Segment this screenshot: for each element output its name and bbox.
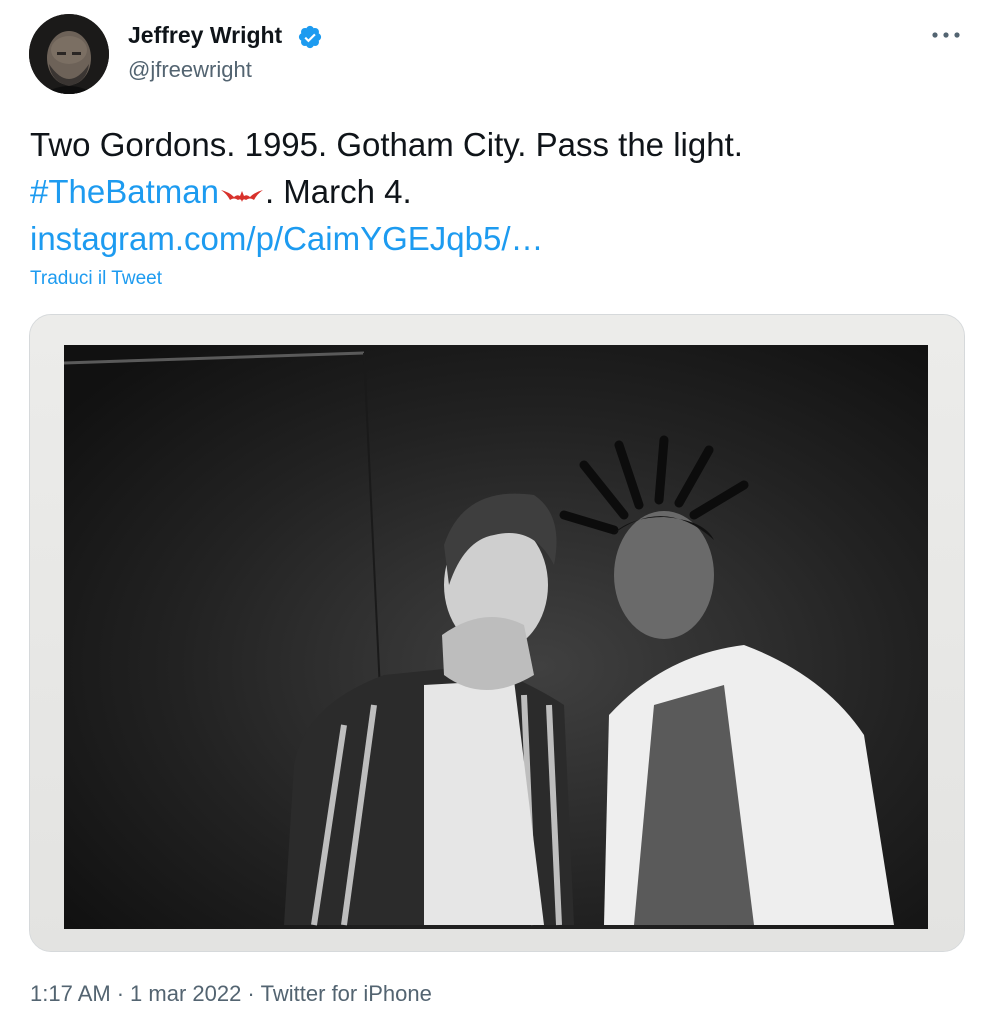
tweet-photo xyxy=(64,345,928,929)
tweet-text-line-1: Two Gordons. 1995. Gotham City. Pass the… xyxy=(30,126,743,163)
tweet-text: Two Gordons. 1995. Gotham City. Pass the… xyxy=(30,121,960,262)
tweet-date[interactable]: 1 mar 2022 xyxy=(130,981,241,1006)
tweet-time[interactable]: 1:17 AM xyxy=(30,981,111,1006)
more-horizontal-icon xyxy=(932,32,960,38)
tweet-text-date: . March 4. xyxy=(264,173,412,210)
verified-badge-icon xyxy=(298,25,322,49)
tweet-media[interactable] xyxy=(29,314,965,952)
hashtag-link[interactable]: #TheBatman xyxy=(30,173,219,210)
photo-scene xyxy=(64,345,928,929)
avatar[interactable] xyxy=(29,14,109,94)
footer-separator: · xyxy=(247,981,255,1006)
tweet-footer: 1:17 AM · 1 mar 2022 · Twitter for iPhone xyxy=(30,981,432,1007)
tweet-source[interactable]: Twitter for iPhone xyxy=(261,981,432,1006)
tweet-text-line-2: #TheBatman . March 4. xyxy=(30,168,960,215)
instagram-link[interactable]: instagram.com/p/CaimYGEJqb5/… xyxy=(30,220,544,257)
translate-tweet-button[interactable]: Traduci il Tweet xyxy=(30,268,162,290)
footer-separator: · xyxy=(116,981,125,1006)
author-handle[interactable]: @jfreewright xyxy=(128,57,252,83)
tweet-text-line-3: instagram.com/p/CaimYGEJqb5/… xyxy=(30,215,960,262)
avatar-photo xyxy=(29,14,109,94)
tweet-card: Jeffrey Wright @jfreewright Two Gordons.… xyxy=(0,0,991,1024)
more-options-button[interactable] xyxy=(926,20,966,50)
batman-hashflag-icon xyxy=(220,190,263,203)
author-name[interactable]: Jeffrey Wright xyxy=(128,22,282,49)
